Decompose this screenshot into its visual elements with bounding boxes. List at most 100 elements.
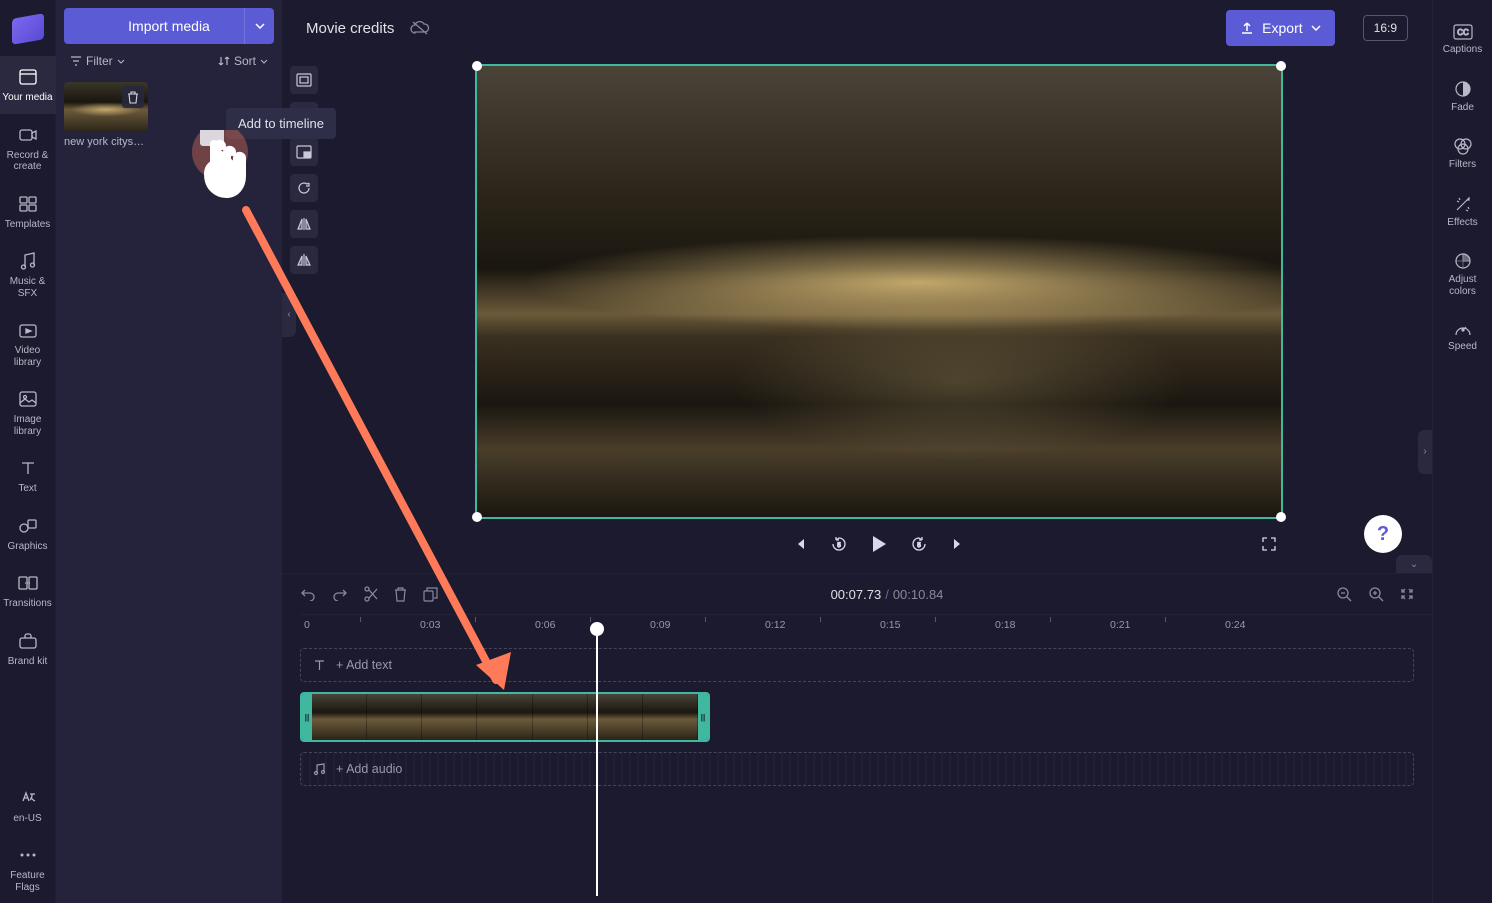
music-icon: [313, 762, 326, 776]
play-icon: [870, 534, 888, 554]
clip-trim-right[interactable]: ||: [698, 694, 708, 740]
nav-locale[interactable]: en-US: [0, 777, 56, 835]
nav-label: en-US: [13, 813, 41, 825]
prop-speed[interactable]: Speed: [1433, 309, 1492, 365]
prev-frame-button[interactable]: [792, 536, 808, 552]
timeline-zone: 00:07.73/00:10.84 0 0:03 0:06 0:09 0:12 …: [282, 573, 1432, 903]
add-text-label: + Add text: [336, 658, 392, 672]
nav-image-library[interactable]: Image library: [0, 378, 56, 447]
svg-text:CC: CC: [1457, 28, 1469, 37]
nav-templates[interactable]: Templates: [0, 183, 56, 241]
preview-canvas[interactable]: [475, 64, 1283, 519]
flip-v-tool[interactable]: [290, 246, 318, 274]
left-nav-rail: Your media Record & create Templates Mus…: [0, 0, 56, 903]
duplicate-button[interactable]: [423, 587, 438, 602]
delete-clip-button[interactable]: [394, 587, 407, 602]
collapse-panel-left-button[interactable]: ‹: [282, 293, 296, 337]
timeline-ruler[interactable]: 0 0:03 0:06 0:09 0:12 0:15 0:18 0:21 0:2…: [300, 614, 1432, 642]
brand-kit-icon: [17, 630, 39, 652]
filter-button[interactable]: Filter: [70, 54, 125, 68]
locale-icon: [17, 787, 39, 809]
cloud-off-icon: [410, 20, 430, 36]
app-logo-icon: [12, 13, 44, 45]
resize-handle-tl[interactable]: [472, 61, 482, 71]
video-clip[interactable]: || ||: [300, 692, 710, 742]
play-button[interactable]: [870, 534, 888, 554]
ruler-tick: 0:03: [420, 619, 440, 631]
clip-trim-left[interactable]: ||: [302, 694, 312, 740]
prop-effects[interactable]: Effects: [1433, 183, 1492, 241]
duplicate-icon: [423, 587, 438, 602]
nav-brand-kit[interactable]: Brand kit: [0, 620, 56, 678]
rotate-icon: [296, 180, 312, 196]
prop-label: Captions: [1443, 44, 1482, 56]
timeline-tracks: + Add text || || + Add audio: [300, 648, 1414, 796]
project-title[interactable]: Movie credits: [306, 20, 394, 37]
prop-adjust-colors[interactable]: Adjust colors: [1433, 240, 1492, 309]
chevron-down-icon: [117, 59, 125, 64]
fit-icon: [296, 73, 312, 87]
fit-tool[interactable]: [290, 66, 318, 94]
audio-track[interactable]: + Add audio: [300, 752, 1414, 786]
cloud-sync-button[interactable]: [410, 20, 430, 36]
rewind-icon: 5: [830, 535, 848, 553]
collapse-panel-right-button[interactable]: ›: [1418, 430, 1432, 474]
playhead-handle[interactable]: [590, 622, 604, 636]
prop-fade[interactable]: Fade: [1433, 68, 1492, 126]
media-panel: Import media Filter Sort new york citys……: [56, 0, 282, 903]
zoom-fit-button[interactable]: [1400, 587, 1414, 601]
video-track[interactable]: || ||: [300, 692, 1414, 742]
nav-music-sfx[interactable]: Music & SFX: [0, 240, 56, 309]
nav-feature-flags[interactable]: Feature Flags: [0, 834, 56, 903]
undo-button[interactable]: [300, 587, 316, 601]
pip-tool[interactable]: [290, 138, 318, 166]
nav-label: Graphics: [7, 541, 47, 553]
chevron-down-icon: [260, 59, 268, 64]
rotate-tool[interactable]: [290, 174, 318, 202]
help-button[interactable]: ?: [1364, 515, 1402, 553]
next-frame-button[interactable]: [950, 536, 966, 552]
aspect-ratio-button[interactable]: 16:9: [1363, 15, 1408, 41]
prop-filters[interactable]: Filters: [1433, 125, 1492, 183]
nav-label: Feature Flags: [2, 870, 54, 893]
zoom-in-button[interactable]: [1368, 586, 1384, 602]
text-icon: [313, 659, 326, 672]
nav-record-create[interactable]: Record & create: [0, 114, 56, 183]
media-thumbnail[interactable]: new york citys…: [64, 82, 148, 148]
import-dropdown-button[interactable]: [244, 8, 274, 44]
graphics-icon: [17, 515, 39, 537]
collapse-preview-button[interactable]: ⌄: [1396, 555, 1432, 573]
forward-button[interactable]: 5: [910, 535, 928, 553]
templates-icon: [17, 193, 39, 215]
playhead-line[interactable]: [596, 636, 598, 896]
sort-label: Sort: [234, 54, 256, 68]
prop-captions[interactable]: CC Captions: [1433, 12, 1492, 68]
flip-h-tool[interactable]: [290, 210, 318, 238]
rewind-button[interactable]: 5: [830, 535, 848, 553]
nav-transitions[interactable]: Transitions: [0, 562, 56, 620]
svg-text:5: 5: [917, 543, 921, 549]
nav-your-media[interactable]: Your media: [0, 56, 56, 114]
skip-back-icon: [792, 536, 808, 552]
nav-label: Music & SFX: [2, 276, 54, 299]
nav-video-library[interactable]: Video library: [0, 309, 56, 378]
filter-label: Filter: [86, 54, 113, 68]
nav-text[interactable]: Text: [0, 447, 56, 505]
redo-button[interactable]: [332, 587, 348, 601]
delete-media-button[interactable]: [122, 86, 144, 108]
fullscreen-button[interactable]: [1261, 536, 1277, 552]
music-icon: [17, 250, 39, 272]
filters-icon: [1453, 137, 1473, 155]
text-track[interactable]: + Add text: [300, 648, 1414, 682]
export-button[interactable]: Export: [1226, 10, 1334, 46]
nav-label: Brand kit: [8, 656, 47, 668]
split-button[interactable]: [364, 586, 378, 602]
zoom-out-button[interactable]: [1336, 586, 1352, 602]
upload-icon: [1240, 21, 1254, 35]
nav-graphics[interactable]: Graphics: [0, 505, 56, 563]
import-media-button[interactable]: Import media: [64, 8, 274, 44]
sort-button[interactable]: Sort: [218, 54, 268, 68]
resize-handle-tr[interactable]: [1276, 61, 1286, 71]
nav-label: Video library: [2, 345, 54, 368]
nav-label: Record & create: [2, 150, 54, 173]
